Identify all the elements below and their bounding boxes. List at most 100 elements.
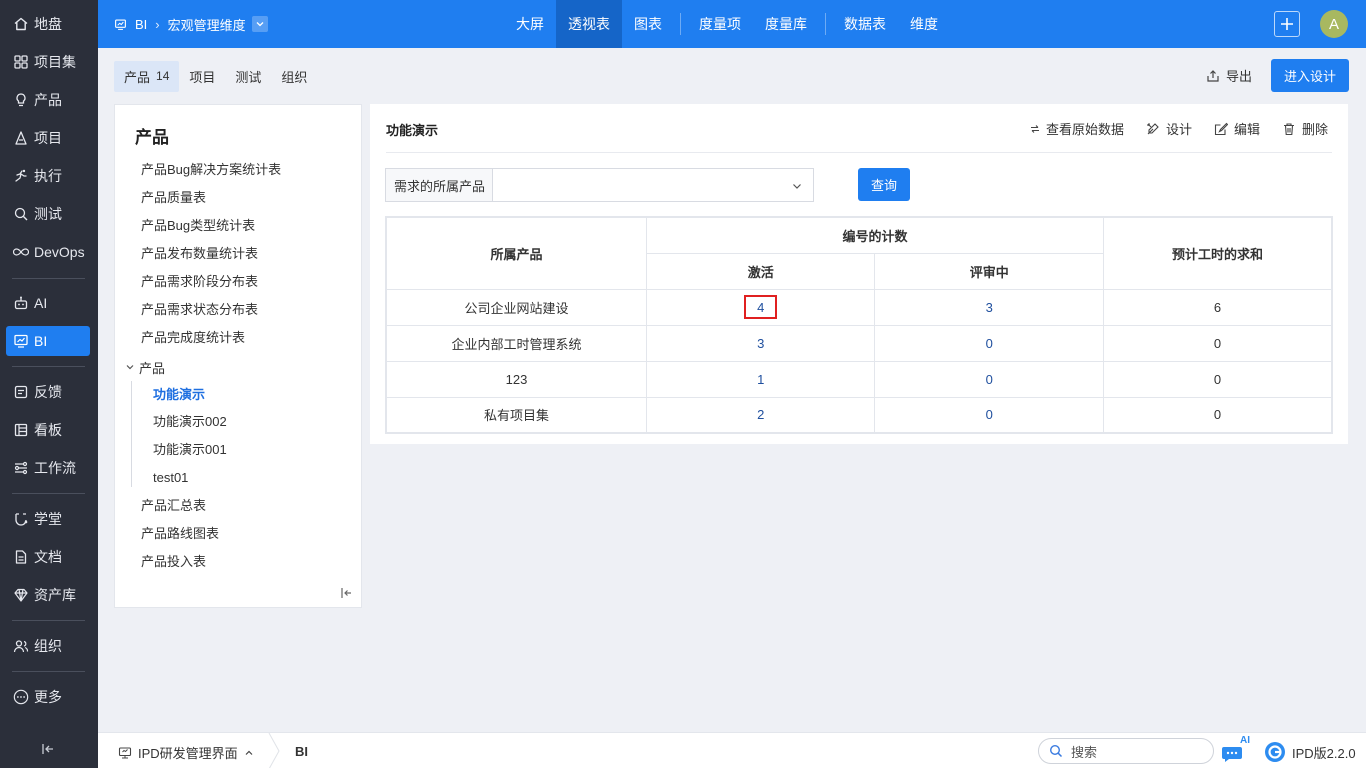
- tab-pivot-table[interactable]: 透视表: [556, 0, 622, 48]
- breadcrumb-current[interactable]: 宏观管理维度: [168, 15, 246, 34]
- nav-item-school[interactable]: 学堂: [6, 504, 90, 534]
- subtab-organization[interactable]: 组织: [271, 61, 317, 92]
- breadcrumb-root[interactable]: BI: [135, 17, 147, 32]
- cell-reviewing[interactable]: 0: [874, 324, 1104, 362]
- cell-reviewing[interactable]: 0: [874, 360, 1104, 398]
- tab-metric-library[interactable]: 度量库: [753, 0, 819, 48]
- more-icon: [13, 689, 29, 705]
- kanban-icon: [13, 422, 29, 438]
- tree-item[interactable]: 产品发布数量统计表: [141, 244, 258, 264]
- tab-chart[interactable]: 图表: [622, 0, 674, 48]
- chevron-down-icon[interactable]: [251, 16, 268, 32]
- tree-item[interactable]: 产品Bug解决方案统计表: [141, 160, 281, 180]
- nav-item-more[interactable]: 更多: [6, 682, 90, 712]
- tree-item[interactable]: 功能演示001: [153, 440, 227, 460]
- export-label: 导出: [1226, 69, 1253, 84]
- nav-item-project[interactable]: 项目: [6, 123, 90, 153]
- view-raw-data-button[interactable]: 查看原始数据: [1030, 119, 1124, 138]
- subtab-product[interactable]: 产品 14: [114, 60, 180, 92]
- avatar[interactable]: A: [1320, 10, 1348, 38]
- tab-metric[interactable]: 度量项: [687, 0, 753, 48]
- nav-item-label: 反馈: [34, 384, 62, 400]
- nav-item-test[interactable]: 测试: [6, 199, 90, 229]
- nav-item-document[interactable]: 文档: [6, 542, 90, 572]
- table-row: 企业内部工时管理系统 3 0 0: [385, 324, 1333, 362]
- report-tree-panel: 产品 产品Bug解决方案统计表 产品质量表 产品Bug类型统计表 产品发布数量统…: [114, 104, 362, 608]
- bottom-bar: IPD研发管理界面 BI 搜索 AI IPD版2.2.0: [98, 732, 1366, 768]
- nav-item-program[interactable]: 项目集: [6, 47, 90, 77]
- search-placeholder: 搜索: [1071, 744, 1098, 760]
- header-estimate-sum: 预计工时的求和: [1102, 216, 1333, 290]
- nav-item-home[interactable]: 地盘: [6, 9, 90, 39]
- tree-item[interactable]: 产品投入表: [141, 552, 206, 572]
- action-label: 删除: [1301, 122, 1328, 137]
- tab-big-screen[interactable]: 大屏: [504, 0, 556, 48]
- nav-item-label: BI: [34, 333, 48, 349]
- tab-dimension[interactable]: 维度: [898, 0, 950, 48]
- nav-item-assets[interactable]: 资产库: [6, 580, 90, 610]
- action-label: 查看原始数据: [1045, 122, 1124, 137]
- search-input[interactable]: 搜索: [1038, 738, 1214, 764]
- tree-group-product[interactable]: 产品: [125, 357, 165, 377]
- export-button[interactable]: 导出: [1206, 66, 1252, 85]
- subtab-label: 测试: [235, 69, 262, 85]
- tree-item[interactable]: 功能演示002: [153, 412, 227, 432]
- sub-tabs: 产品 14 项目 测试 组织: [114, 60, 317, 92]
- cell-sum: 0: [1102, 360, 1333, 398]
- edit-icon: [1214, 122, 1234, 136]
- nav-item-workflow[interactable]: 工作流: [6, 453, 90, 483]
- product-filter-select[interactable]: [492, 168, 814, 202]
- nav-item-label: 产品: [34, 92, 62, 108]
- app-switcher[interactable]: IPD研发管理界面: [118, 743, 260, 762]
- cell-active[interactable]: 4: [645, 288, 876, 326]
- highlighted-cell-value[interactable]: 4: [744, 295, 778, 319]
- nav-item-feedback[interactable]: 反馈: [6, 377, 90, 407]
- collapse-panel-icon[interactable]: [339, 586, 353, 600]
- tree-item[interactable]: 产品Bug类型统计表: [141, 216, 255, 236]
- document-icon: [13, 549, 29, 565]
- design-button[interactable]: 设计: [1146, 119, 1192, 138]
- edit-button[interactable]: 编辑: [1214, 119, 1260, 138]
- query-button[interactable]: 查询: [858, 168, 910, 201]
- nav-item-product[interactable]: 产品: [6, 85, 90, 115]
- swap-icon: [1030, 124, 1046, 134]
- filter-label: 需求的所属产品: [385, 168, 493, 202]
- collapse-sidebar-icon[interactable]: [40, 741, 56, 757]
- tree-item[interactable]: 产品质量表: [141, 188, 206, 208]
- nav-item-label: 学堂: [34, 511, 62, 527]
- action-label: 编辑: [1233, 122, 1260, 137]
- school-icon: [13, 511, 29, 527]
- version-info[interactable]: IPD版2.2.0: [1264, 741, 1356, 763]
- tree-item[interactable]: test01: [153, 468, 188, 488]
- nav-item-kanban[interactable]: 看板: [6, 415, 90, 445]
- tree-item[interactable]: 产品需求阶段分布表: [141, 272, 258, 292]
- cell-sum: 0: [1102, 324, 1333, 362]
- nav-item-execution[interactable]: 执行: [6, 161, 90, 191]
- tab-data-table[interactable]: 数据表: [832, 0, 898, 48]
- table-row: 123 1 0 0: [385, 360, 1333, 398]
- nav-item-ai[interactable]: AI: [6, 288, 90, 318]
- monitor-icon: [118, 746, 138, 760]
- nav-item-bi[interactable]: BI: [6, 326, 90, 356]
- subtab-project[interactable]: 项目: [179, 61, 225, 92]
- tree-item-active[interactable]: 功能演示: [153, 385, 205, 405]
- delete-button[interactable]: 删除: [1282, 119, 1328, 138]
- tree-item[interactable]: 产品路线图表: [141, 524, 219, 544]
- cell-reviewing[interactable]: 0: [874, 396, 1104, 434]
- cell-active[interactable]: 1: [645, 360, 876, 398]
- top-bar: BI › 宏观管理维度 大屏 透视表 图表 度量项 度量库 数据表 维度 A: [98, 0, 1366, 48]
- ai-chat-button[interactable]: AI: [1222, 735, 1252, 763]
- enter-design-button[interactable]: 进入设计: [1271, 59, 1349, 92]
- tree-item[interactable]: 产品汇总表: [141, 496, 206, 516]
- cell-active[interactable]: 2: [645, 396, 876, 434]
- subtab-test[interactable]: 测试: [225, 61, 271, 92]
- top-nav: 大屏 透视表 图表 度量项 度量库 数据表 维度: [504, 0, 950, 48]
- nav-item-organization[interactable]: 组织: [6, 631, 90, 661]
- tree-item[interactable]: 产品需求状态分布表: [141, 300, 258, 320]
- bottom-breadcrumb[interactable]: BI: [295, 744, 308, 759]
- add-button[interactable]: [1274, 11, 1300, 37]
- tree-item[interactable]: 产品完成度统计表: [141, 328, 245, 348]
- cell-reviewing[interactable]: 3: [874, 288, 1104, 326]
- cell-active[interactable]: 3: [645, 324, 876, 362]
- nav-item-devops[interactable]: DevOps: [6, 237, 90, 267]
